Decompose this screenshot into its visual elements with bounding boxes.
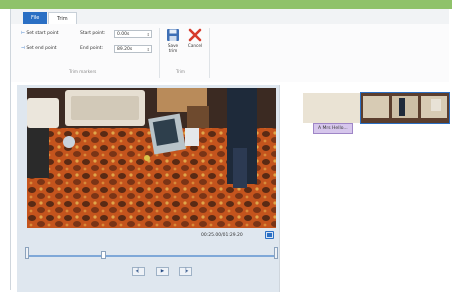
- set-start-point-label: Set start point: [26, 31, 59, 36]
- set-start-point-icon: ⊢: [21, 31, 25, 36]
- next-frame-icon: ▕▸: [182, 269, 189, 274]
- preview-pane: 00:25.00/01:29.20 ◂▏ ▶ ▕▸: [17, 85, 280, 292]
- group-label-trim: Trim: [176, 69, 185, 74]
- start-point-value: 0.00s: [117, 32, 130, 37]
- video-frame-image: [27, 88, 276, 228]
- set-start-point-button[interactable]: ⊢ Set start point: [21, 31, 59, 36]
- start-point-spinner[interactable]: 0.00s ⇕: [114, 30, 152, 38]
- cancel-button[interactable]: Cancel: [185, 28, 205, 48]
- play-icon: ▶: [160, 269, 165, 274]
- set-end-point-button[interactable]: ⊣ Set end point: [21, 46, 57, 51]
- next-frame-button[interactable]: ▕▸: [179, 267, 192, 276]
- app-window: File Trim ⊢ Set start point ⊣ Set end po…: [10, 9, 450, 292]
- trim-end-handle[interactable]: [274, 247, 278, 259]
- set-end-point-label: Set end point: [26, 46, 57, 51]
- tab-file[interactable]: File: [23, 12, 48, 24]
- title-bar: [0, 0, 452, 9]
- end-point-value: 89.20s: [117, 47, 133, 52]
- ribbon: ⊢ Set start point ⊣ Set end point Start …: [11, 24, 449, 83]
- group-label-trim-markers: Trim markers: [69, 69, 97, 74]
- caption-icon: A: [318, 126, 322, 131]
- split-button[interactable]: [265, 231, 274, 239]
- set-end-point-icon: ⊣: [21, 46, 25, 51]
- end-point-spinner[interactable]: 89.20s ⇕: [114, 45, 152, 53]
- main-area: 00:25.00/01:29.20 ◂▏ ▶ ▕▸ A Mrs Hello...: [11, 82, 450, 292]
- ribbon-separator: [159, 28, 160, 78]
- close-icon: [188, 28, 202, 42]
- cancel-label: Cancel: [187, 43, 203, 48]
- split-icon: [266, 232, 273, 238]
- caption-label[interactable]: A Mrs Hello...: [313, 123, 353, 134]
- end-point-label: End point:: [80, 46, 103, 51]
- caption-text: Mrs Hello...: [322, 126, 348, 131]
- video-preview[interactable]: [27, 88, 276, 228]
- save-trim-button[interactable]: Save trim: [163, 28, 183, 53]
- timecode: 00:25.00/01:29.20: [201, 233, 243, 238]
- previous-frame-button[interactable]: ◂▏: [132, 267, 145, 276]
- trim-track[interactable]: [27, 255, 275, 257]
- ribbon-separator: [209, 28, 210, 78]
- spinner-arrows-icon[interactable]: ⇕: [147, 46, 150, 54]
- save-trim-label: Save trim: [167, 43, 179, 53]
- ribbon-tabs: File Trim: [11, 9, 449, 25]
- storyboard-pane: A Mrs Hello...: [303, 85, 450, 292]
- trim-start-handle[interactable]: [25, 247, 29, 259]
- clip-frames-image: [361, 93, 449, 123]
- start-point-label: Start point:: [80, 31, 106, 36]
- play-button[interactable]: ▶: [156, 267, 169, 276]
- spinner-arrows-icon[interactable]: ⇕: [147, 31, 150, 39]
- storyboard-empty-area: [303, 93, 361, 123]
- previous-frame-icon: ◂▏: [135, 269, 142, 274]
- video-clip-thumbnail[interactable]: [360, 92, 450, 124]
- save-icon: [167, 29, 179, 41]
- playhead[interactable]: [101, 251, 107, 259]
